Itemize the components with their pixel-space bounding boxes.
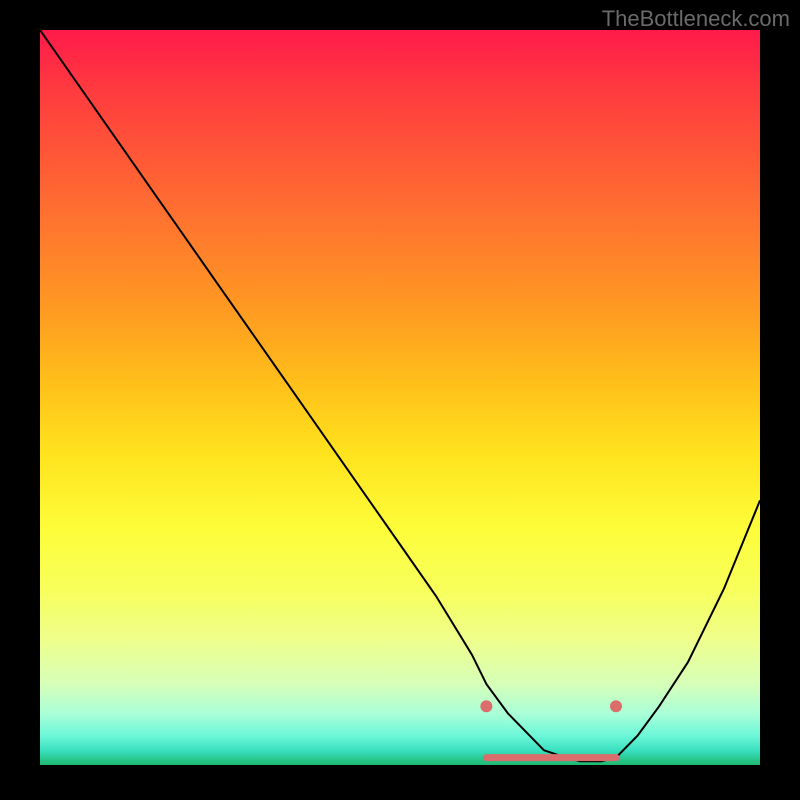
chart-svg bbox=[40, 30, 760, 765]
marker-right-dot bbox=[610, 700, 622, 712]
marker-left-dot bbox=[480, 700, 492, 712]
plot-area bbox=[40, 30, 760, 765]
bottleneck-curve bbox=[40, 30, 760, 761]
watermark-text: TheBottleneck.com bbox=[602, 6, 790, 32]
